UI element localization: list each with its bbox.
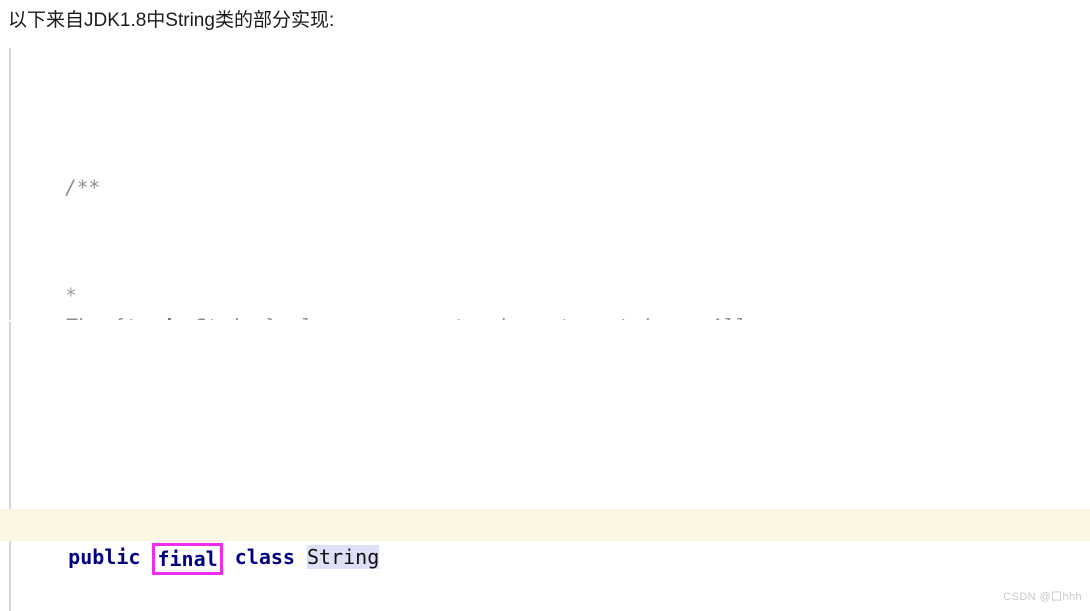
editor-gutter-line [9, 322, 11, 611]
type-string-highlighted: String [307, 545, 380, 569]
javadoc-line: * The {@code String} class represents ch… [0, 249, 1090, 320]
keyword-class: class [234, 545, 295, 569]
source-code-panel: public final class String implements jav… [0, 322, 1090, 611]
javadoc-comment-panel: /** * The {@code String} class represent… [0, 48, 1090, 320]
javadoc-code-tag: @code [124, 315, 183, 320]
code-line-class-declaration: public final class String [0, 509, 1090, 575]
highlight-box-final-class: final [152, 542, 223, 575]
csdn-watermark: CSDN @囗hhh [1003, 591, 1082, 603]
javadoc-star: * [64, 284, 77, 307]
javadoc-text: The { [65, 315, 124, 320]
keyword-public: public [68, 545, 141, 569]
javadoc-open: /** [64, 176, 101, 199]
page-title: 以下来自JDK1.8中String类的部分实现: [8, 10, 335, 31]
javadoc-text: String} class represents character strin… [182, 315, 746, 320]
